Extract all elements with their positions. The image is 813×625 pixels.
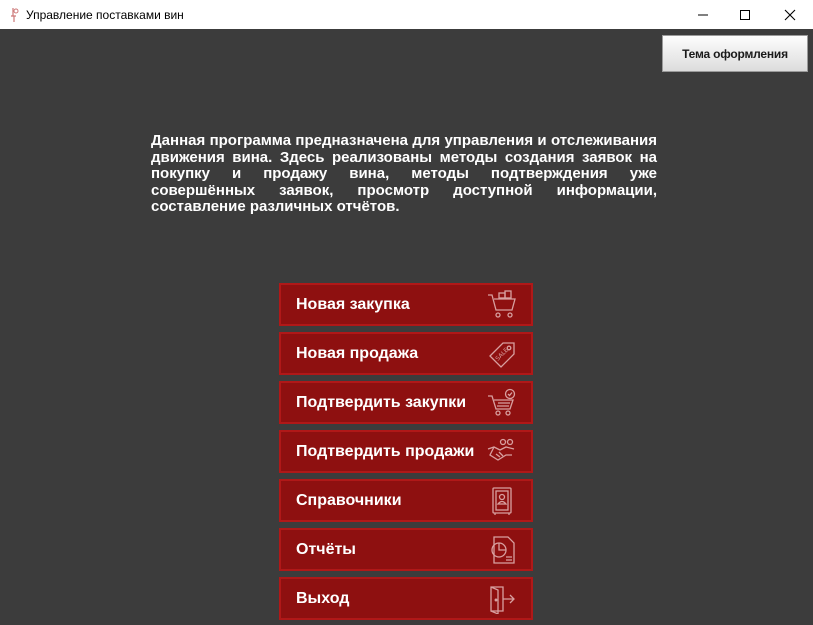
minimize-button[interactable] (680, 0, 726, 29)
wine-app-icon (8, 7, 20, 23)
theme-button[interactable]: Тема оформления (662, 35, 808, 72)
main-panel: Тема оформления Данная программа предназ… (0, 29, 813, 625)
minimize-icon (697, 9, 709, 21)
close-button[interactable] (767, 0, 813, 29)
menu-item-label: Подтвердить продажи (296, 443, 475, 460)
exit-button[interactable]: Выход (279, 577, 533, 620)
menu-item-label: Выход (296, 590, 350, 607)
exit-door-icon (486, 584, 518, 614)
reports-button[interactable]: Отчёты (279, 528, 533, 571)
main-menu: Новая закупка Новая продажа SALE Подтвер… (279, 283, 533, 625)
report-chart-icon (486, 535, 518, 565)
sale-tag-icon: SALE (486, 339, 518, 369)
directory-book-icon (486, 486, 518, 516)
menu-item-label: Подтвердить закупки (296, 394, 467, 411)
maximize-button[interactable] (722, 0, 768, 29)
confirm-sales-button[interactable]: Подтвердить продажи (279, 430, 533, 473)
close-icon (784, 9, 796, 21)
window-title: Управление поставками вин (26, 8, 184, 22)
maximize-icon (739, 9, 751, 21)
menu-item-label: Справочники (296, 492, 402, 509)
directories-button[interactable]: Справочники (279, 479, 533, 522)
new-sale-button[interactable]: Новая продажа SALE (279, 332, 533, 375)
cart-confirm-icon (486, 388, 518, 418)
menu-item-label: Отчёты (296, 541, 356, 558)
title-bar: Управление поставками вин (0, 0, 813, 29)
menu-item-label: Новая закупка (296, 296, 410, 313)
handshake-icon (486, 437, 518, 467)
shopping-cart-icon (486, 290, 518, 320)
new-purchase-button[interactable]: Новая закупка (279, 283, 533, 326)
menu-item-label: Новая продажа (296, 345, 419, 362)
program-description: Данная программа предназначена для управ… (151, 132, 657, 215)
confirm-purchases-button[interactable]: Подтвердить закупки (279, 381, 533, 424)
